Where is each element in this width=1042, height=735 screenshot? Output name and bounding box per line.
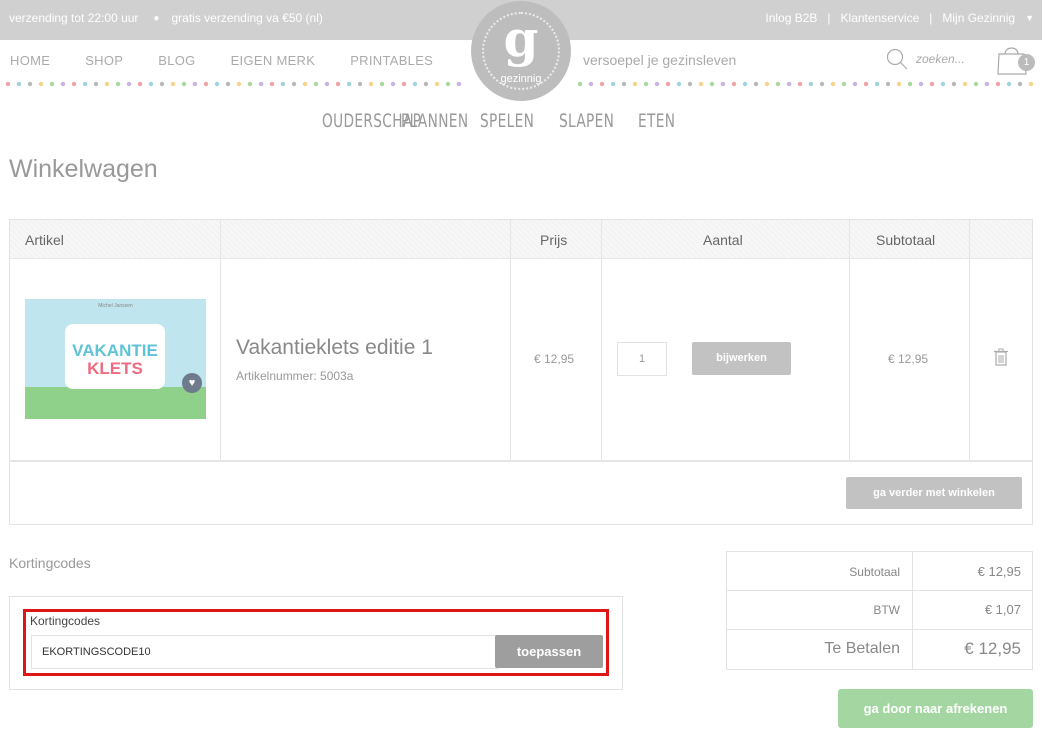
row-divider [727,590,1032,591]
column-divider [510,220,511,461]
search-input[interactable]: zoeken... [916,52,965,66]
nav-eten[interactable]: ETEN [638,110,675,132]
row-divider [10,460,1032,462]
table-header: Artikel Prijs Aantal Subtotaal [10,220,1032,259]
shipping-time-text: verzending tot 22:00 uur [9,11,139,25]
trash-icon[interactable] [993,348,1009,366]
column-divider [849,220,850,461]
vat-value: € 1,07 [984,602,1021,617]
nav-printables[interactable]: PRINTABLES [350,53,433,68]
search-box[interactable]: zoeken... [886,48,965,70]
totals-table: Subtotaal € 12,95 BTW € 1,07 Te Betalen … [726,551,1033,670]
subtotal-value: € 12,95 [977,564,1021,579]
cover-author: Michel Janssen [98,303,133,309]
header-price: Prijs [540,232,568,248]
continue-shopping-button[interactable]: ga verder met winkelen [846,477,1022,509]
heart-icon: ♥ [182,373,202,393]
chevron-down-icon[interactable]: ▼ [1025,13,1034,23]
tagline: versoepel je gezinsleven [583,52,737,68]
cover-title-2: KLETS [87,359,143,378]
product-name[interactable]: Vakantieklets editie 1 [236,336,433,360]
divider: | [827,11,831,25]
cart-table: Artikel Prijs Aantal Subtotaal Michel Ja… [9,219,1033,525]
cover-title-1: VAKANTIE [72,341,158,360]
product-image[interactable]: Michel Janssen VAKANTIE KLETS ♥ [25,299,206,419]
login-b2b-link[interactable]: Inlog B2B [765,11,817,25]
nav-home[interactable]: HOME [10,53,50,68]
nav-plannen[interactable]: PLANNEN [401,110,468,132]
item-price: € 12,95 [534,352,575,366]
header-quantity: Aantal [703,232,743,248]
logo-glyph: g [503,9,539,68]
vat-label: BTW [873,603,900,617]
category-nav: OUDERSCHAP PLANNEN SPELEN SLAPEN ETEN [322,110,717,132]
discount-section-title: Kortingcodes [9,555,91,571]
nav-spelen[interactable]: SPELEN [480,110,534,132]
nav-ouderschap[interactable]: OUDERSCHAP [322,110,421,132]
header-subtotal: Subtotaal [876,232,936,248]
free-shipping-text: gratis verzending va €50 (nl) [171,11,323,25]
discount-label: Kortingcodes [30,614,101,628]
apply-discount-button[interactable]: toepassen [495,635,603,668]
customer-service-link[interactable]: Klantenservice [841,11,920,25]
discount-code-input[interactable]: EKORTINGSCODE10 [31,635,499,669]
quantity-input[interactable]: 1 [617,342,667,376]
total-value: € 12,95 [964,639,1021,658]
cart-count-badge: 1 [1018,54,1035,71]
nav-slapen[interactable]: SLAPEN [559,110,614,132]
checkout-button[interactable]: ga door naar afrekenen [838,689,1033,728]
header-article: Artikel [25,232,64,248]
item-subtotal: € 12,95 [888,352,929,366]
search-icon[interactable] [886,48,908,70]
column-divider [220,220,221,461]
nav-shop[interactable]: SHOP [85,53,123,68]
product-sku: Artikelnummer: 5003a [236,369,354,383]
column-divider [601,220,602,461]
column-divider [969,220,970,461]
my-account-link[interactable]: Mijn Gezinnig [942,11,1015,25]
cover-grass [25,387,206,419]
nav-eigen-merk[interactable]: EIGEN MERK [231,53,316,68]
decorative-dots [5,81,1034,87]
page-title: Winkelwagen [9,155,158,183]
total-label: Te Betalen [824,640,900,657]
update-button[interactable]: bijwerken [692,342,791,375]
row-divider [727,629,1032,630]
bullet-icon: ● [153,12,160,24]
subtotal-label: Subtotaal [849,565,900,579]
divider: | [929,11,933,25]
cart-button[interactable]: 1 [996,44,1035,81]
column-divider [912,552,913,669]
nav-blog[interactable]: BLOG [158,53,195,68]
